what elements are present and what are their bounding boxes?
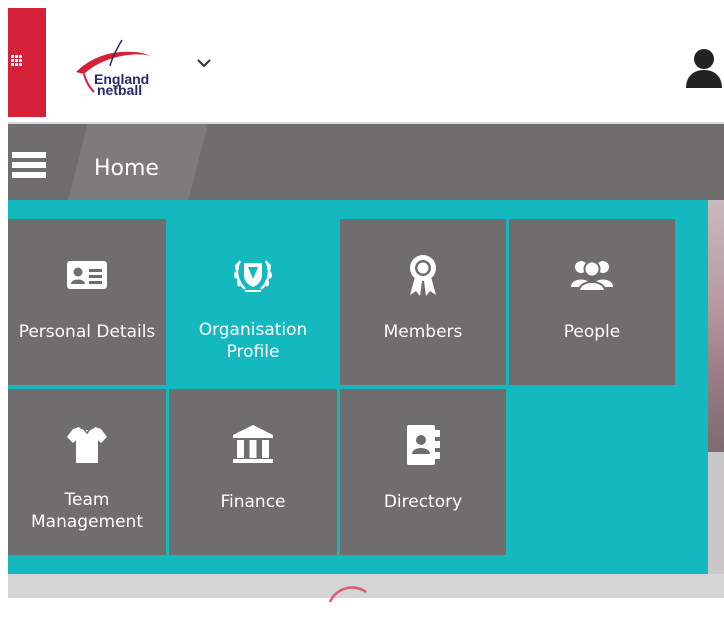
bank-icon	[233, 425, 273, 463]
user-menu-button[interactable]	[684, 46, 724, 90]
tile-team-management[interactable]: Team Management	[8, 389, 166, 555]
home-label[interactable]: Home	[94, 156, 159, 182]
top-strip	[0, 0, 724, 8]
logo-text: England netball	[94, 72, 149, 98]
tile-label: Members	[383, 322, 463, 342]
tile-label-line1: Organisation	[198, 320, 308, 340]
apps-button[interactable]	[8, 8, 46, 117]
chevron-down-icon	[197, 59, 211, 68]
background-image	[708, 200, 724, 452]
id-card-icon	[67, 261, 107, 289]
england-netball-logo[interactable]: England netball	[70, 36, 170, 106]
tile-label-line2: Profile	[226, 342, 280, 362]
grid-icon	[11, 55, 22, 66]
address-book-icon	[407, 425, 440, 465]
app-header: England netball	[8, 8, 724, 122]
tile-label-line2: Management	[31, 512, 143, 532]
tile-label: Organisation Profile	[169, 319, 337, 363]
hamburger-icon[interactable]	[12, 152, 46, 182]
tile-personal-details[interactable]: Personal Details	[8, 219, 166, 385]
tile-label: Finance	[220, 492, 286, 512]
background-image-lower	[708, 452, 724, 574]
tile-label-line1: Team	[64, 490, 110, 510]
user-icon	[686, 49, 722, 88]
tile-directory[interactable]: Directory	[340, 389, 506, 555]
tile-finance[interactable]: Finance	[169, 389, 337, 555]
people-icon	[571, 260, 613, 292]
tile-members[interactable]: Members	[340, 219, 506, 385]
breadcrumb-bar: Home	[8, 122, 724, 200]
dashboard-tile-panel: Personal Details Organisation Profile Me…	[8, 200, 708, 574]
org-dropdown-button[interactable]	[193, 54, 215, 72]
tile-label: People	[563, 322, 621, 342]
tile-people[interactable]: People	[509, 219, 675, 385]
tile-label: Personal Details	[18, 322, 156, 342]
shirt-icon	[67, 427, 107, 463]
content-area	[8, 574, 724, 603]
laurel-shield-icon	[234, 260, 272, 292]
loading-spinner-icon	[328, 586, 367, 603]
tile-organisation-profile[interactable]: Organisation Profile	[169, 219, 337, 385]
logo-text-line2: netball	[97, 82, 143, 98]
tile-label: Directory	[383, 492, 463, 512]
rosette-icon	[410, 255, 436, 296]
tile-label: Team Management	[8, 489, 166, 533]
